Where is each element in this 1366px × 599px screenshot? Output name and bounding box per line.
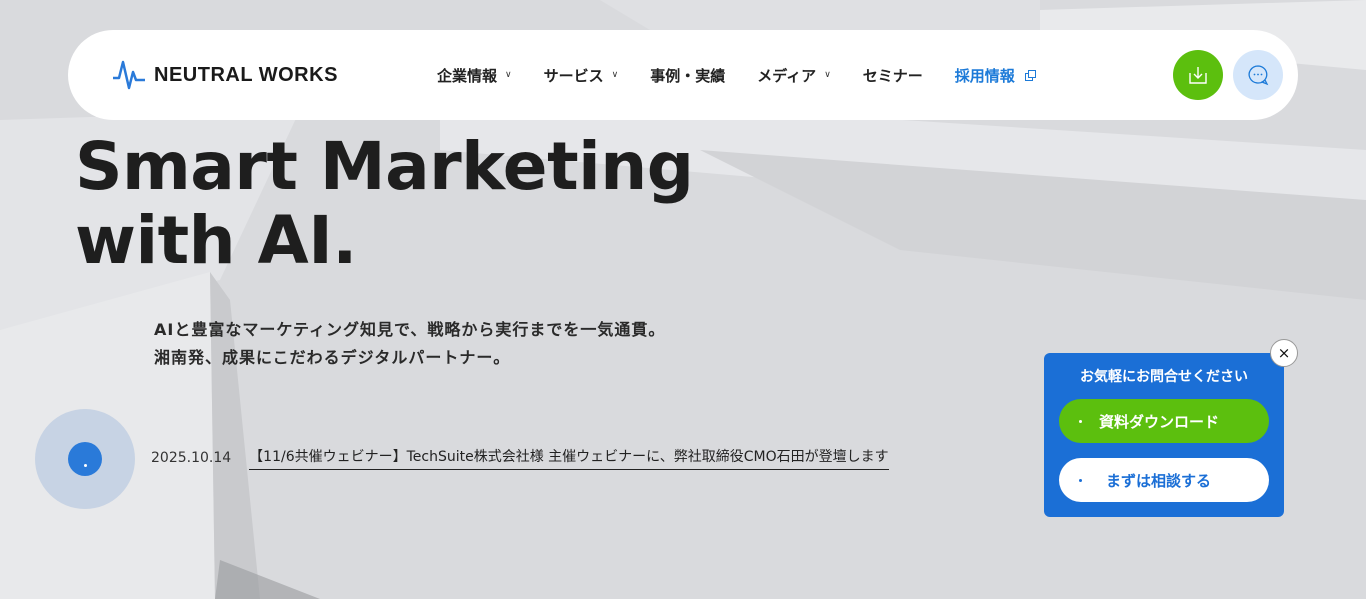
hero-subtitle-line: AIと豊富なマーケティング知見で、戦略から実行までを一気通貫。 <box>154 320 666 339</box>
bullet-icon <box>1079 419 1082 423</box>
external-link-icon <box>1024 70 1036 81</box>
chevron-down-icon: ∨ <box>505 70 512 80</box>
cta-title: お気軽にお問合せください <box>1080 369 1248 385</box>
main-nav: 企業情報 ∨ サービス ∨ 事例・実績 メディア ∨ セミナー 採用情報 <box>437 30 1067 120</box>
nav-item-label: メディア <box>757 66 817 85</box>
chevron-down-icon: ∨ <box>611 70 619 80</box>
news-link[interactable]: 【11/6共催ウェビナー】TechSuite株式会社様 主催ウェビナーに、弊社取… <box>249 446 889 470</box>
hero-title-line: with AI. <box>75 202 357 279</box>
logo-text: NEUTRAL WORKS <box>154 63 338 86</box>
contact-cta-panel: お気軽にお問合せください 資料ダウンロード まずは相談する <box>1044 353 1284 517</box>
logo[interactable]: NEUTRAL WORKS <box>112 58 338 92</box>
nav-item-media[interactable]: メディア ∨ <box>757 65 831 86</box>
chat-button[interactable] <box>1233 50 1283 100</box>
nav-item-label: 企業情報 <box>437 66 498 85</box>
hero-title-line: Smart Marketing <box>75 128 694 205</box>
scroll-indicator <box>35 409 135 509</box>
waveform-logo-icon <box>113 60 145 90</box>
nav-item-label: セミナー <box>862 66 923 85</box>
chat-bubble-icon <box>1248 65 1269 86</box>
hero-title: Smart Marketing with AI. <box>75 128 694 279</box>
nav-item-seminar[interactable]: セミナー <box>863 65 923 86</box>
nav-item-services[interactable]: サービス ∨ <box>544 65 619 86</box>
nav-item-label: 採用情報 <box>954 66 1015 85</box>
nav-item-label: サービス <box>543 66 604 85</box>
nav-item-company[interactable]: 企業情報 ∨ <box>437 65 512 86</box>
scroll-dot-icon <box>68 442 102 476</box>
news-date: 2025.10.14 <box>151 450 232 466</box>
hero-subtitle-line: 湘南発、成果にこだわるデジタルパートナー。 <box>154 348 511 367</box>
document-download-button[interactable]: 資料ダウンロード <box>1059 399 1269 443</box>
chevron-down-icon: ∨ <box>824 70 831 80</box>
close-icon[interactable]: × <box>1270 339 1298 367</box>
nav-item-recruit[interactable]: 採用情報 <box>954 65 1036 86</box>
nav-item-label: 事例・実績 <box>650 66 726 85</box>
cta-button-label: まずは相談する <box>1106 471 1212 490</box>
hero-subtitle: AIと豊富なマーケティング知見で、戦略から実行までを一気通貫。 湘南発、成果にこ… <box>154 316 665 372</box>
cta-button-label: 資料ダウンロード <box>1099 412 1220 431</box>
site-header: NEUTRAL WORKS 企業情報 ∨ サービス ∨ 事例・実績 メディア ∨… <box>68 30 1298 120</box>
bullet-icon <box>1079 478 1082 482</box>
nav-item-cases[interactable]: 事例・実績 <box>650 65 725 86</box>
download-icon <box>1189 67 1207 84</box>
consult-button[interactable]: まずは相談する <box>1059 458 1269 502</box>
download-button[interactable] <box>1173 50 1223 100</box>
news-ticker: 2025.10.14 【11/6共催ウェビナー】TechSuite株式会社様 主… <box>151 446 889 470</box>
